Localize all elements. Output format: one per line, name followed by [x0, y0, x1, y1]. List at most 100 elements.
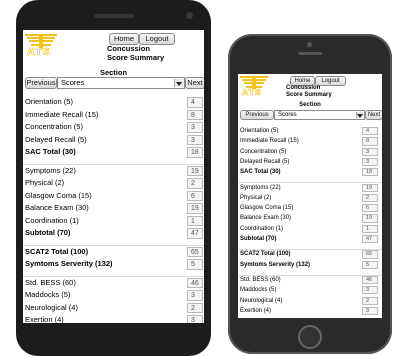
logo-wing [240, 76, 252, 78]
score-label: Balance Exam (30) [240, 215, 292, 222]
page-title-line2: Score Summary [286, 92, 332, 99]
section-select-value: Scores [278, 112, 297, 118]
score-value-field[interactable]: 1 [362, 224, 378, 233]
section-select[interactable]: Scores [57, 77, 185, 89]
score-value-field[interactable]: 3 [362, 306, 378, 316]
score-row: Delayed Recall (5) 3 [238, 157, 382, 167]
score-row: Physical (2) 2 [23, 177, 204, 190]
score-label: Immediate Recall (15) [240, 138, 299, 145]
score-label: SAC Total (30) [25, 147, 76, 156]
score-row: Std. BESS (60) 46 [23, 277, 204, 290]
iphone-earpiece [298, 52, 322, 55]
android-screen: ATS Home Logout Concussion Score Summary Sect… [23, 30, 204, 323]
score-value-field[interactable]: 2 [362, 296, 378, 305]
score-value-field[interactable]: 2 [187, 302, 203, 313]
score-row: Orientation (5) 4 [23, 96, 204, 109]
score-label: Concentration (5) [25, 122, 83, 131]
score-value-field[interactable]: 8 [187, 109, 203, 120]
logo-wing [31, 43, 39, 46]
score-row: Coordination (1) 1 [23, 215, 204, 228]
score-value-field[interactable]: 5 [362, 260, 378, 269]
score-label: Neurological (4) [240, 297, 283, 304]
next-button[interactable]: Next [365, 110, 382, 120]
page-title-line1: Concussion [286, 85, 321, 91]
score-value-field[interactable]: 4 [187, 97, 203, 108]
score-label: Glasgow Coma (15) [240, 205, 294, 212]
section-label: Section [299, 102, 321, 108]
score-label: Coordination (1) [240, 225, 284, 232]
score-label: Symtoms Serverity (132) [240, 261, 311, 268]
score-label: Std. BESS (60) [25, 277, 76, 287]
score-value-field[interactable]: 18 [362, 168, 378, 177]
score-value-field[interactable]: 6 [187, 190, 203, 201]
iphone-app: ATS Home Logout Concussion Score Summary Sect… [238, 74, 382, 318]
score-label: Delayed Recall (5) [25, 134, 87, 144]
score-value-field[interactable]: 65 [187, 246, 203, 257]
score-label: Subtotal (70) [240, 236, 277, 242]
score-row: SAC Total (30) 18 [23, 146, 204, 159]
score-value-field[interactable]: 3 [187, 122, 203, 133]
logo-wing [256, 76, 268, 78]
score-row: Glasgow Coma (15) 6 [238, 203, 382, 213]
score-value-field[interactable]: 3 [362, 147, 378, 156]
next-button[interactable]: Next [185, 77, 204, 89]
score-value-field[interactable]: 3 [187, 134, 203, 145]
score-row: Glasgow Coma (15) 6 [23, 190, 204, 203]
score-value-field[interactable]: 46 [362, 275, 378, 285]
score-value-field[interactable]: 4 [362, 127, 378, 136]
score-row: Concentration (5) 3 [23, 121, 204, 134]
score-value-field[interactable]: 47 [187, 228, 203, 239]
score-label: SAC Total (30) [240, 169, 281, 176]
chevron-down-icon [356, 112, 363, 118]
iphone-home-button[interactable] [298, 325, 322, 349]
score-row: SAC Total (30) 18 [238, 167, 382, 177]
score-label: Coordination (1) [25, 215, 79, 225]
score-row: Std. BESS (60) 46 [238, 275, 382, 285]
logo-text: ATS [27, 47, 51, 59]
score-value-field[interactable]: 46 [187, 277, 203, 288]
score-row: Physical (2) 2 [238, 193, 382, 203]
section-label: Section [99, 68, 128, 77]
score-value-field[interactable]: 19 [187, 165, 203, 176]
previous-button[interactable]: Previous [240, 110, 274, 120]
score-value-field[interactable]: 3 [362, 286, 378, 295]
score-label: Symptoms (22) [25, 165, 76, 175]
android-front-camera [186, 12, 193, 19]
score-row: Symptoms (22) 19 [23, 165, 204, 178]
score-row: Exertion (4) 3 [238, 306, 382, 316]
score-value-field[interactable]: 6 [362, 204, 378, 213]
score-label: SCAT2 Total (100) [25, 246, 89, 256]
logo-text: ATS [242, 87, 262, 97]
score-row: Maddocks (5) 3 [23, 289, 204, 302]
ats-logo: ATS [240, 76, 268, 100]
logo-wing [43, 40, 53, 43]
score-label: Balance Exam (30) [25, 203, 89, 212]
score-value-field[interactable]: 47 [362, 235, 378, 244]
logo-wing [244, 82, 252, 85]
previous-button[interactable]: Previous [25, 77, 57, 89]
score-value-field[interactable]: 8 [362, 137, 378, 146]
score-label: SCAT2 Total (100) [240, 251, 291, 258]
score-row: Balance Exam (30) 19 [238, 213, 382, 223]
score-value-field[interactable]: 19 [362, 214, 378, 223]
score-row: Symtoms Serverity (132) 5 [23, 258, 204, 271]
score-value-field[interactable]: 19 [362, 183, 378, 192]
score-row: Neurological (4) 2 [238, 296, 382, 306]
score-label: Physical (2) [25, 178, 65, 187]
score-value-field[interactable]: 2 [187, 178, 203, 189]
iphone-screen: ATS Home Logout Concussion Score Summary Sect… [238, 74, 382, 318]
score-value-field[interactable]: 2 [362, 193, 378, 203]
score-value-field[interactable]: 1 [187, 215, 203, 226]
score-value-field[interactable]: 19 [187, 203, 203, 214]
score-value-field[interactable]: 5 [187, 259, 203, 270]
score-label: Symptoms (22) [240, 184, 281, 191]
section-select[interactable]: Scores [274, 110, 365, 120]
score-value-field[interactable]: 3 [187, 315, 203, 323]
score-value-field[interactable]: 18 [187, 147, 203, 158]
score-label: Std. BESS (60) [240, 276, 281, 283]
score-value-field[interactable]: 65 [362, 250, 378, 259]
score-value-field[interactable]: 3 [362, 157, 378, 167]
score-value-field[interactable]: 3 [187, 290, 203, 301]
score-row: Subtotal (70) 47 [238, 234, 382, 244]
score-row: Concentration (5) 3 [238, 147, 382, 157]
